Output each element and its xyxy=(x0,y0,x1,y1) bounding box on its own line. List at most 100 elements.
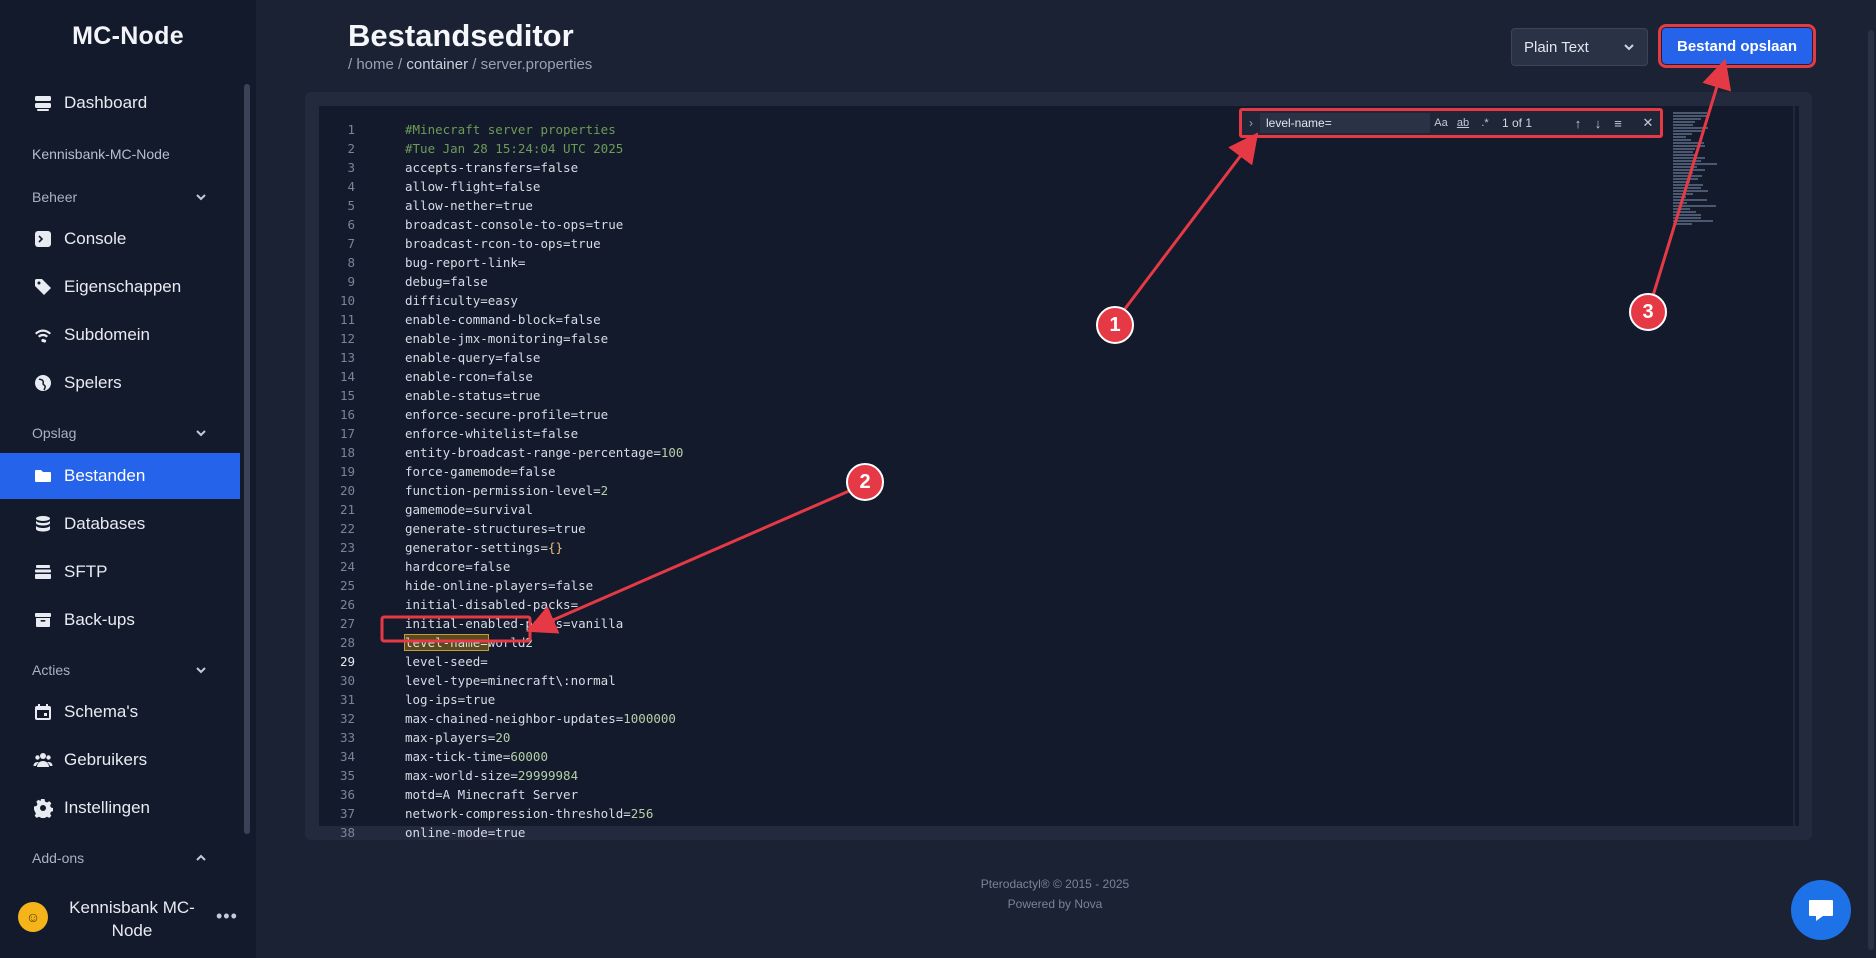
language-select[interactable]: Plain Text xyxy=(1511,28,1648,66)
minimap-line xyxy=(1673,142,1705,144)
code-line[interactable]: 12 enable-jmx-monitoring=false xyxy=(319,329,1649,348)
code-line[interactable]: 36 motd=A Minecraft Server xyxy=(319,785,1649,804)
sidebar-scrollbar[interactable] xyxy=(244,84,250,834)
chevron-down-icon xyxy=(1624,44,1634,51)
previous-match-icon[interactable]: ↑ xyxy=(1568,116,1588,131)
toggle-replace-icon[interactable]: › xyxy=(1242,116,1260,130)
code-line[interactable]: 23 generator-settings={} xyxy=(319,538,1649,557)
code-line[interactable]: 26 initial-disabled-packs= xyxy=(319,595,1649,614)
line-text: force-gamemode=false xyxy=(405,464,556,479)
code-line[interactable]: 3 accepts-transfers=false xyxy=(319,158,1649,177)
code-line[interactable]: 25 hide-online-players=false xyxy=(319,576,1649,595)
more-options-icon[interactable]: ••• xyxy=(216,906,238,927)
code-line[interactable]: 33 max-players=20 xyxy=(319,728,1649,747)
page-scrollbar[interactable] xyxy=(1866,0,1876,958)
code-line[interactable]: 18 entity-broadcast-range-percentage=100 xyxy=(319,443,1649,462)
minimap-line xyxy=(1673,196,1687,198)
code-line[interactable]: 35 max-world-size=29999984 xyxy=(319,766,1649,785)
sidebar-item-gebruikers[interactable]: Gebruikers xyxy=(0,737,240,783)
code-line[interactable]: 11 enable-command-block=false xyxy=(319,310,1649,329)
line-number: 20 xyxy=(339,483,355,498)
find-input[interactable] xyxy=(1260,113,1430,133)
code-line[interactable]: 30 level-type=minecraft\:normal xyxy=(319,671,1649,690)
sidebar-item-bestanden[interactable]: Bestanden xyxy=(0,453,240,499)
editor-panel: 1 #Minecraft server properties 2 #Tue Jan 2… xyxy=(305,92,1812,840)
group-acties[interactable]: Acties xyxy=(32,662,208,678)
breadcrumb-container[interactable]: container xyxy=(406,56,468,73)
code-editor[interactable]: 1 #Minecraft server properties 2 #Tue Jan 2… xyxy=(319,106,1799,840)
code-line[interactable]: 4 allow-flight=false xyxy=(319,177,1649,196)
line-number: 3 xyxy=(347,160,355,175)
line-number: 12 xyxy=(339,331,355,346)
code-line[interactable]: 17 enforce-whitelist=false xyxy=(319,424,1649,443)
sidebar-item-instellingen[interactable]: Instellingen xyxy=(0,785,240,831)
sidebar-item-databases[interactable]: Databases xyxy=(0,501,240,547)
sidebar-item-back-ups[interactable]: Back-ups xyxy=(0,597,240,643)
user-profile[interactable]: ☺ Kennisbank MC-Node ••• xyxy=(0,888,256,948)
code-line[interactable]: 16 enforce-secure-profile=true xyxy=(319,405,1649,424)
group-label: Add-ons xyxy=(32,850,85,866)
code-line[interactable]: 8 bug-report-link= xyxy=(319,253,1649,272)
sidebar-item-schemas[interactable]: Schema's xyxy=(0,689,240,735)
match-case-icon[interactable]: Aa xyxy=(1430,117,1452,129)
sidebar-item-spelers[interactable]: Spelers xyxy=(0,360,240,406)
code-line[interactable]: 13 enable-query=false xyxy=(319,348,1649,367)
sidebar-item-sftp[interactable]: SFTP xyxy=(0,549,240,595)
code-line[interactable]: 14 enable-rcon=false xyxy=(319,367,1649,386)
find-in-selection-icon[interactable]: ≡ xyxy=(1608,116,1628,131)
tag-icon xyxy=(32,276,54,298)
code-line[interactable]: 31 log-ips=true xyxy=(319,690,1649,709)
minimap[interactable] xyxy=(1671,106,1751,236)
code-line[interactable]: 34 max-tick-time=60000 xyxy=(319,747,1649,766)
line-text: #Minecraft server properties xyxy=(405,122,616,137)
code-line[interactable]: 10 difficulty=easy xyxy=(319,291,1649,310)
group-opslag[interactable]: Opslag xyxy=(32,425,208,441)
line-number: 7 xyxy=(347,236,355,251)
minimap-line xyxy=(1673,223,1693,225)
sidebar-item-console[interactable]: Console xyxy=(0,216,240,262)
line-number: 28 xyxy=(339,635,355,650)
code-line[interactable]: 19 force-gamemode=false xyxy=(319,462,1649,481)
sidebar-item-label: SFTP xyxy=(64,562,108,581)
regex-icon[interactable]: .* xyxy=(1474,117,1496,129)
code-line[interactable]: 29 level-seed= xyxy=(319,652,1649,671)
line-number: 18 xyxy=(339,445,355,460)
sidebar-item-label: Subdomein xyxy=(64,325,151,344)
code-line[interactable]: 20 function-permission-level=2 xyxy=(319,481,1649,500)
code-line[interactable]: 7 broadcast-rcon-to-ops=true xyxy=(319,234,1649,253)
code-line[interactable]: 9 debug=false xyxy=(319,272,1649,291)
minimap-line xyxy=(1673,115,1708,117)
save-file-button[interactable]: Bestand opslaan xyxy=(1658,24,1816,68)
code-line[interactable]: 38 online-mode=true xyxy=(319,823,1649,842)
code-line[interactable]: 5 allow-nether=true xyxy=(319,196,1649,215)
line-number: 29 xyxy=(339,654,355,669)
code-line[interactable]: 6 broadcast-console-to-ops=true xyxy=(319,215,1649,234)
code-line[interactable]: 24 hardcore=false xyxy=(319,557,1649,576)
sidebar-item-subdomein[interactable]: Subdomein xyxy=(0,312,240,358)
brand-logo[interactable]: MC-Node xyxy=(0,22,256,51)
group-beheer[interactable]: Beheer xyxy=(32,189,208,205)
line-text: hide-online-players=false xyxy=(405,578,594,593)
code-line[interactable]: 21 gamemode=survival xyxy=(319,500,1649,519)
chat-button[interactable] xyxy=(1791,880,1851,940)
code-line[interactable]: 32 max-chained-neighbor-updates=1000000 xyxy=(319,709,1649,728)
terminal-icon xyxy=(32,228,54,250)
whole-word-icon[interactable]: ab xyxy=(1452,117,1474,129)
close-icon[interactable]: ✕ xyxy=(1638,115,1658,131)
code-line[interactable]: 28 level-name=world2 xyxy=(319,633,1649,652)
code-lines[interactable]: 1 #Minecraft server properties 2 #Tue Jan 2… xyxy=(319,120,1649,842)
sidebar-item-eigenschappen[interactable]: Eigenschappen xyxy=(0,264,240,310)
code-line[interactable]: 37 network-compression-threshold=256 xyxy=(319,804,1649,823)
annotation-badge-2: 2 xyxy=(846,463,884,501)
line-text: level-type=minecraft\:normal xyxy=(405,673,616,688)
editor-scrollbar[interactable] xyxy=(1793,106,1795,826)
next-match-icon[interactable]: ↓ xyxy=(1588,116,1608,131)
sidebar-item-dashboard[interactable]: Dashboard xyxy=(0,80,240,126)
code-line[interactable]: 15 enable-status=true xyxy=(319,386,1649,405)
line-text: enable-query=false xyxy=(405,350,541,365)
code-line[interactable]: 2 #Tue Jan 28 15:24:04 UTC 2025 xyxy=(319,139,1649,158)
group-add-ons[interactable]: Add-ons xyxy=(32,850,208,866)
code-line[interactable]: 27 initial-enabled-packs=vanilla xyxy=(319,614,1649,633)
code-line[interactable]: 22 generate-structures=true xyxy=(319,519,1649,538)
line-text: enable-rcon=false xyxy=(405,369,533,384)
